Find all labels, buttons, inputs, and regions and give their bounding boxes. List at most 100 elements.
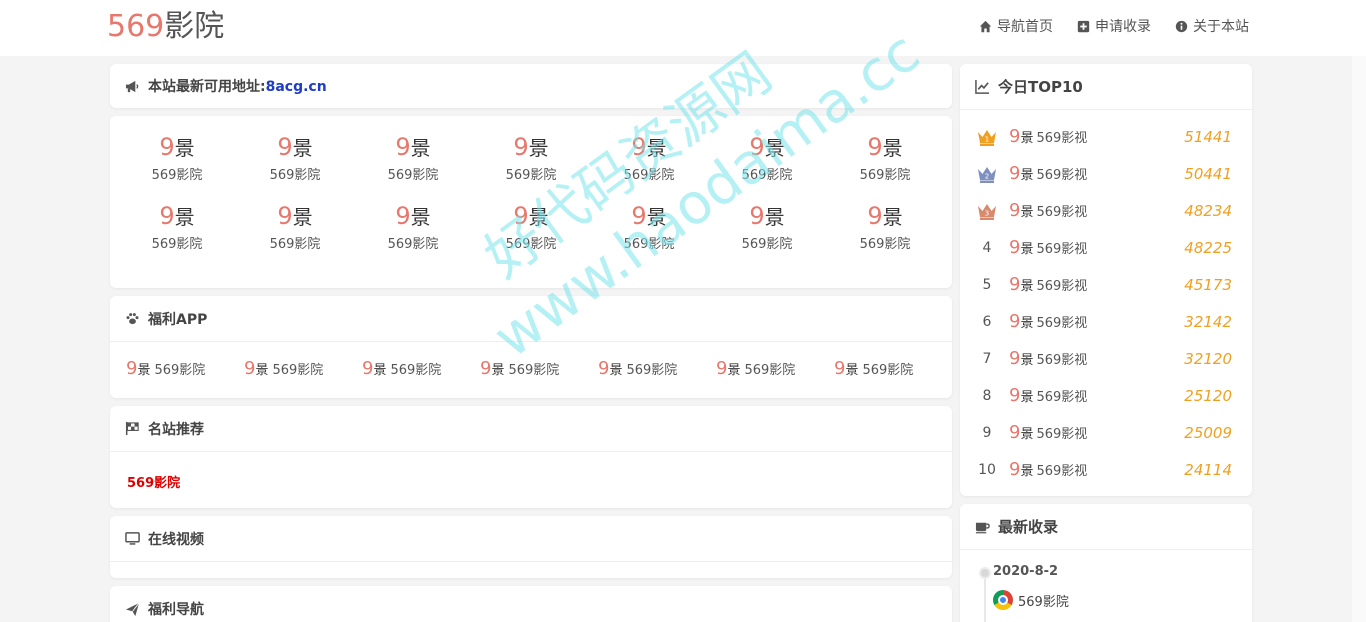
mini-logo-number: 9 (716, 358, 728, 379)
mini-logo-number: 9 (277, 133, 293, 161)
rank-number: 5 (982, 276, 992, 293)
top10-row[interactable]: 7 9景 569影视 32120 (960, 340, 1252, 377)
nav-about[interactable]: 关于本站 (1175, 16, 1249, 36)
top10-row[interactable]: 10 9景 569影视 24114 (960, 451, 1252, 488)
notice-link[interactable]: 8acg.cn (266, 79, 327, 95)
app-item[interactable]: 9景 569影院 (716, 358, 834, 379)
top10-panel: 今日TOP10 1 9景 569影视 51441 2 9景 569影视 50441 3 9景 569… (960, 64, 1252, 496)
timeline-dot (979, 567, 991, 579)
mini-logo-icon: 9景 (126, 358, 150, 379)
line-chart-icon (975, 79, 990, 94)
app-item[interactable]: 9景 569影院 (244, 358, 362, 379)
top10-row[interactable]: 9 9景 569影视 25009 (960, 414, 1252, 451)
top10-row[interactable]: 4 9景 569影视 48225 (960, 229, 1252, 266)
site-tile-label: 569影院 (859, 237, 911, 252)
rank-visit-count: 50441 (1184, 164, 1232, 183)
site-tile[interactable]: 9景 569影院 (708, 132, 826, 183)
mini-logo-char: 景 (1020, 427, 1034, 442)
app-item[interactable]: 9景 569影院 (834, 358, 952, 379)
mini-logo-number: 9 (126, 358, 138, 379)
mini-logo-char: 景 (292, 205, 313, 229)
nav-submit[interactable]: 申请收录 (1077, 16, 1151, 36)
app-item[interactable]: 9景 569影院 (362, 358, 480, 379)
timeline-line (984, 579, 986, 622)
site-tile[interactable]: 9景 569影院 (826, 201, 944, 252)
monitor-icon (125, 532, 140, 545)
mini-logo-number: 9 (480, 358, 492, 379)
mini-logo-icon: 9景 (159, 201, 194, 231)
scrollbar-track[interactable] (1352, 56, 1366, 622)
top10-panel-title: 今日TOP10 (998, 78, 1083, 96)
site-tile[interactable]: 9景 569影院 (118, 132, 236, 183)
rank-number: 4 (982, 239, 992, 256)
site-tile[interactable]: 9景 569影院 (590, 132, 708, 183)
site-tile[interactable]: 9景 569影院 (354, 201, 472, 252)
mini-logo-char: 景 (1020, 205, 1034, 220)
site-tile[interactable]: 9景 569影院 (590, 201, 708, 252)
top10-row[interactable]: 3 9景 569影视 48234 (960, 192, 1252, 229)
site-tile[interactable]: 9景 569影院 (826, 132, 944, 183)
app-item[interactable]: 9景 569影院 (598, 358, 716, 379)
top10-row[interactable]: 5 9景 569影视 45173 (960, 266, 1252, 303)
paw-icon (126, 313, 139, 325)
famous-panel-header: 名站推荐 (110, 406, 952, 452)
mini-logo-number: 9 (631, 133, 647, 161)
svg-text:3: 3 (985, 209, 989, 217)
video-panel-title: 在线视频 (148, 531, 204, 548)
top10-row[interactable]: 8 9景 569影视 25120 (960, 377, 1252, 414)
famous-site-link[interactable]: 569影院 (127, 472, 180, 491)
mini-logo-char: 景 (292, 136, 313, 160)
newest-item[interactable]: 569影院 (993, 590, 1069, 610)
site-logo[interactable]: 569影院 (107, 8, 224, 46)
mini-logo-char: 景 (882, 136, 903, 160)
mini-logo-icon: 9景 (244, 358, 268, 379)
app-panel-header: 福利APP (110, 296, 952, 342)
rank-visit-count: 45173 (1184, 275, 1232, 294)
mini-logo-char: 景 (1020, 390, 1034, 405)
site-tile[interactable]: 9景 569影院 (708, 201, 826, 252)
mini-logo-icon: 9景 (277, 201, 312, 231)
top10-row[interactable]: 6 9景 569影视 32142 (960, 303, 1252, 340)
mini-logo-char: 景 (882, 205, 903, 229)
mini-logo-number: 9 (159, 202, 175, 230)
rank-visit-count: 32120 (1184, 349, 1232, 368)
notice-bar: 本站最新可用地址:8acg.cn (110, 64, 952, 108)
mini-logo-number: 9 (395, 133, 411, 161)
mini-logo-icon: 9景 (1009, 274, 1033, 295)
site-tile-label: 569影院 (623, 168, 675, 183)
mini-logo-char: 景 (646, 205, 667, 229)
video-panel: 在线视频 (110, 516, 952, 578)
mini-logo-number: 9 (1009, 459, 1021, 480)
mini-logo-icon: 9景 (749, 132, 784, 162)
app-panel-title: 福利APP (148, 311, 208, 328)
app-item[interactable]: 9景 569影院 (480, 358, 598, 379)
mini-logo-char: 景 (491, 363, 505, 378)
mini-logo-char: 景 (174, 205, 195, 229)
rank-number: 9 (982, 424, 992, 441)
mini-logo-number: 9 (1009, 311, 1021, 332)
mini-logo-number: 9 (1009, 274, 1021, 295)
rank-site-name: 569影视 (1036, 168, 1088, 183)
site-tile[interactable]: 9景 569影院 (472, 201, 590, 252)
app-item-label: 569影院 (272, 363, 324, 378)
nav-home[interactable]: 导航首页 (979, 16, 1053, 36)
site-tile[interactable]: 9景 569影院 (118, 201, 236, 252)
rank-visit-count: 25120 (1184, 386, 1232, 405)
newest-panel-header: 最新收录 (960, 504, 1252, 550)
site-tile[interactable]: 9景 569影院 (472, 132, 590, 183)
top10-row[interactable]: 2 9景 569影视 50441 (960, 155, 1252, 192)
rank-visit-count: 51441 (1184, 127, 1232, 146)
mini-logo-number: 9 (362, 358, 374, 379)
mini-logo-number: 9 (1009, 200, 1021, 221)
megaphone-icon (125, 80, 139, 92)
site-tile-label: 569影院 (505, 237, 557, 252)
site-tile[interactable]: 9景 569影院 (354, 132, 472, 183)
site-tile[interactable]: 9景 569影院 (236, 132, 354, 183)
top10-row[interactable]: 1 9景 569影视 51441 (960, 118, 1252, 155)
notice-text: 本站最新可用地址:8acg.cn (148, 76, 327, 96)
mini-logo-char: 景 (410, 136, 431, 160)
mini-logo-number: 9 (513, 133, 529, 161)
site-tile[interactable]: 9景 569影院 (236, 201, 354, 252)
rank-site-name: 569影视 (1036, 316, 1088, 331)
app-item[interactable]: 9景 569影院 (126, 358, 244, 379)
